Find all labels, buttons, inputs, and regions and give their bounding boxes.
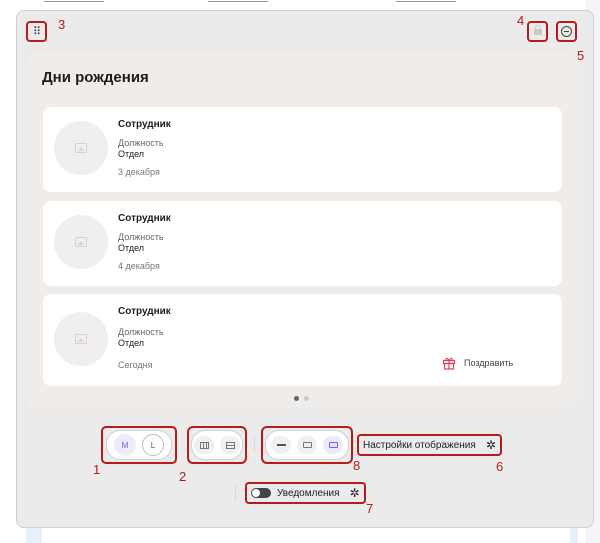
- drag-handle-icon: ⠿: [32, 26, 41, 38]
- dense-icon: [328, 442, 338, 448]
- gear-icon: ✲: [485, 438, 496, 452]
- employee-card[interactable]: Сотрудник Должность Отдел 3 декабря: [43, 107, 562, 192]
- avatar: [54, 121, 108, 175]
- density-medium-button[interactable]: [297, 436, 317, 454]
- divider: [254, 437, 255, 453]
- lock-icon: [533, 24, 542, 35]
- avatar: [54, 312, 108, 366]
- image-placeholder-icon: [75, 334, 87, 344]
- background-strip: [0, 0, 600, 8]
- image-placeholder-icon: [75, 237, 87, 247]
- lock-button[interactable]: [527, 21, 548, 42]
- notifications-toggle[interactable]: Уведомления ✲: [245, 482, 366, 504]
- display-settings-button[interactable]: Настройки отображения ✲: [357, 434, 502, 456]
- annotation-label: 1: [93, 462, 101, 477]
- birthday-date: 3 декабря: [118, 167, 160, 177]
- gear-icon[interactable]: ✲: [350, 487, 360, 499]
- widget-editor-panel: ⠿ Дни рождения Сотрудник Должность Отдел…: [16, 10, 594, 528]
- widget-title: Дни рождения: [42, 69, 149, 86]
- image-placeholder-icon: [75, 143, 87, 153]
- annotation-label: 8: [353, 458, 361, 473]
- employee-position: Должность: [118, 327, 164, 337]
- page-dot[interactable]: [304, 396, 309, 401]
- drag-handle-button[interactable]: ⠿: [26, 21, 47, 42]
- congratulate-button[interactable]: Поздравить: [442, 356, 513, 370]
- size-selector: M L: [106, 430, 172, 460]
- size-l-button[interactable]: L: [142, 434, 164, 456]
- employee-card[interactable]: Сотрудник Должность Отдел Сегодня Поздра…: [43, 294, 562, 386]
- density-selector: [265, 430, 349, 460]
- employee-position: Должность: [118, 138, 164, 148]
- rows-icon: [225, 441, 235, 449]
- annotation-label: 6: [496, 459, 504, 474]
- size-m-button[interactable]: M: [114, 434, 136, 456]
- employee-position: Должность: [118, 232, 164, 242]
- remove-widget-button[interactable]: [556, 21, 577, 42]
- congratulate-label: Поздравить: [464, 358, 514, 368]
- annotation-label: 3: [58, 17, 66, 32]
- column-layout-selector: [191, 430, 243, 460]
- employee-card[interactable]: Сотрудник Должность Отдел 4 декабря: [43, 201, 562, 286]
- birthdays-widget: Дни рождения Сотрудник Должность Отдел 3…: [26, 53, 578, 409]
- rows-button[interactable]: [220, 436, 240, 454]
- dense-icon: [302, 442, 312, 448]
- birthday-date: Сегодня: [118, 360, 153, 370]
- display-settings-label: Настройки отображения: [363, 439, 476, 451]
- background-text: [396, 0, 456, 2]
- minus-circle-icon: [561, 26, 572, 37]
- employee-department: Отдел: [118, 338, 145, 348]
- dash-icon: [276, 444, 286, 446]
- page-dot[interactable]: [294, 396, 299, 401]
- employee-name: Сотрудник: [118, 119, 171, 130]
- pagination-dots: [294, 396, 309, 401]
- columns-button[interactable]: [194, 436, 214, 454]
- employee-department: Отдел: [118, 149, 145, 159]
- background-text: [208, 0, 268, 2]
- divider: [235, 485, 236, 501]
- gift-icon: [442, 357, 456, 370]
- employee-name: Сотрудник: [118, 213, 171, 224]
- avatar: [54, 215, 108, 269]
- divider: [353, 437, 354, 453]
- background-card-inner: [42, 526, 570, 543]
- employee-name: Сотрудник: [118, 306, 171, 317]
- annotation-label: 7: [366, 501, 374, 516]
- annotation-label: 4: [517, 13, 525, 28]
- notifications-label: Уведомления: [277, 487, 340, 499]
- birthday-date: 4 декабря: [118, 261, 160, 271]
- density-compact-button[interactable]: [271, 436, 291, 454]
- annotation-label: 5: [577, 48, 585, 63]
- toggle-icon[interactable]: [251, 488, 271, 498]
- background-text: [44, 0, 104, 2]
- density-wide-button[interactable]: [323, 436, 343, 454]
- annotation-label: 2: [179, 469, 187, 484]
- columns-icon: [199, 441, 209, 449]
- employee-department: Отдел: [118, 243, 145, 253]
